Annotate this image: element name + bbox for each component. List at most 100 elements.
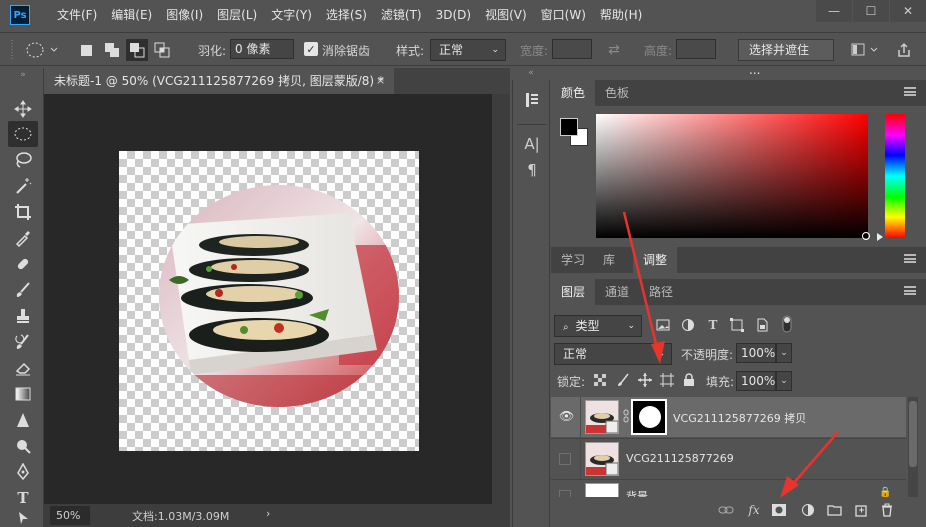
- hue-slider[interactable]: [885, 114, 905, 238]
- opacity-dropdown-icon[interactable]: ⌄: [776, 343, 792, 363]
- height-input[interactable]: [676, 39, 716, 59]
- fx-icon[interactable]: fx: [745, 500, 763, 520]
- minimize-button[interactable]: —: [816, 0, 852, 22]
- lasso-tool-icon[interactable]: [8, 147, 38, 173]
- collapse-panels-icon[interactable]: «: [513, 68, 549, 78]
- color-picker-cursor[interactable]: [862, 232, 870, 240]
- layer-name[interactable]: VCG211125877269: [626, 452, 734, 465]
- filter-shape-icon[interactable]: [730, 318, 744, 332]
- lock-position-icon[interactable]: [638, 373, 652, 387]
- filter-toggle-icon[interactable]: [780, 315, 794, 333]
- eyedropper-tool-icon[interactable]: [8, 225, 38, 251]
- new-layer-icon[interactable]: [853, 500, 869, 520]
- type-tool-icon[interactable]: T: [8, 485, 38, 511]
- tab-swatches[interactable]: 色板: [595, 80, 639, 106]
- move-tool-icon[interactable]: [8, 96, 38, 122]
- tab-learn[interactable]: 学习: [551, 247, 595, 273]
- menu-type[interactable]: 文字(Y): [264, 0, 319, 30]
- layer-row[interactable]: 👁 VCG211125877269 拷贝: [551, 397, 906, 437]
- menu-3d[interactable]: 3D(D): [429, 0, 478, 30]
- layers-panel-menu-icon[interactable]: [904, 286, 916, 295]
- lock-artboard-icon[interactable]: [660, 373, 674, 387]
- status-arrow-icon[interactable]: ›: [266, 507, 270, 520]
- link-icon[interactable]: [718, 500, 734, 520]
- menu-select[interactable]: 选择(S): [319, 0, 374, 30]
- layers-scrollbar[interactable]: [908, 397, 918, 497]
- tab-libraries[interactable]: 库: [593, 247, 625, 273]
- feather-input[interactable]: 0 像素: [230, 39, 294, 59]
- menu-help[interactable]: 帮助(H): [593, 0, 649, 30]
- close-button[interactable]: ✕: [890, 0, 926, 22]
- filter-adjustment-icon[interactable]: [681, 318, 695, 332]
- layer-visibility-eye-icon[interactable]: 👁: [559, 409, 574, 423]
- style-select[interactable]: 正常 ⌄: [430, 39, 506, 61]
- intersect-selection-icon[interactable]: [152, 40, 172, 60]
- select-and-mask-button[interactable]: 选择并遮住 ...: [738, 39, 834, 77]
- elliptical-marquee-tool-icon[interactable]: [8, 121, 38, 147]
- path-selection-tool-icon[interactable]: [8, 511, 38, 525]
- fill-input[interactable]: 100%: [736, 371, 776, 391]
- paragraph-panel-icon[interactable]: ¶: [519, 158, 545, 182]
- sharpen-tool-icon[interactable]: [8, 407, 38, 433]
- color-panel-menu-icon[interactable]: [904, 87, 916, 96]
- history-panel-icon[interactable]: [521, 88, 543, 112]
- filter-type-icon[interactable]: T: [706, 318, 720, 332]
- tab-paths[interactable]: 路径: [639, 279, 683, 305]
- fill-dropdown-icon[interactable]: ⌄: [776, 371, 792, 391]
- document-tab[interactable]: 未标题-1 @ 50% (VCG211125877269 拷贝, 图层蒙版/8)…: [44, 68, 394, 94]
- menu-file[interactable]: 文件(F): [50, 0, 104, 30]
- healing-brush-tool-icon[interactable]: [8, 251, 38, 277]
- brush-tool-icon[interactable]: [8, 277, 38, 303]
- width-input[interactable]: [552, 39, 592, 59]
- canvas-area[interactable]: [44, 94, 492, 504]
- blend-mode-select[interactable]: 正常 ⌄: [554, 343, 672, 365]
- menu-window[interactable]: 窗口(W): [534, 0, 593, 30]
- canvas-vertical-scrollbar[interactable]: [492, 94, 510, 504]
- layer-visibility-toggle[interactable]: [559, 453, 571, 465]
- dodge-tool-icon[interactable]: [8, 433, 38, 459]
- folder-icon[interactable]: [826, 500, 842, 520]
- menu-layer[interactable]: 图层(L): [210, 0, 264, 30]
- mask-link-icon[interactable]: [623, 409, 629, 423]
- menu-filter[interactable]: 滤镜(T): [374, 0, 429, 30]
- zoom-level-field[interactable]: 50%: [50, 506, 90, 525]
- character-panel-icon[interactable]: A|: [519, 132, 545, 156]
- history-brush-tool-icon[interactable]: [8, 329, 38, 355]
- panel-layout-icon[interactable]: [850, 42, 880, 58]
- clone-stamp-tool-icon[interactable]: [8, 303, 38, 329]
- menu-image[interactable]: 图像(I): [159, 0, 210, 30]
- mask-icon[interactable]: [771, 500, 787, 520]
- magic-wand-tool-icon[interactable]: [8, 173, 38, 199]
- subtract-from-selection-icon[interactable]: [126, 39, 148, 61]
- close-document-icon[interactable]: ×: [376, 68, 385, 94]
- pen-tool-icon[interactable]: [8, 459, 38, 485]
- menu-view[interactable]: 视图(V): [478, 0, 534, 30]
- tab-color[interactable]: 颜色: [551, 80, 596, 106]
- layers-scrollbar-thumb[interactable]: [909, 401, 917, 467]
- new-selection-icon[interactable]: [78, 42, 94, 58]
- opacity-input[interactable]: 100%: [736, 343, 776, 363]
- layer-name[interactable]: 背景: [626, 488, 648, 497]
- adjust-panel-menu-icon[interactable]: [904, 254, 916, 263]
- lock-transparent-pixels-icon[interactable]: [594, 374, 606, 386]
- tab-layers[interactable]: 图层: [551, 279, 596, 305]
- swap-dimensions-icon[interactable]: ⇄: [604, 41, 624, 59]
- filter-smart-object-icon[interactable]: [755, 318, 769, 332]
- lock-image-pixels-icon[interactable]: [616, 373, 630, 387]
- foreground-color-swatch[interactable]: [560, 118, 578, 136]
- adjustment-icon[interactable]: [800, 500, 816, 520]
- crop-tool-icon[interactable]: [8, 199, 38, 225]
- tab-adjustments[interactable]: 调整: [633, 247, 678, 273]
- color-picker-field[interactable]: [596, 114, 868, 238]
- layer-filter-select[interactable]: ⌕ 类型 ⌄: [554, 315, 642, 337]
- collapse-toolbar-icon[interactable]: »: [8, 70, 38, 80]
- gradient-tool-icon[interactable]: [8, 381, 38, 407]
- share-icon[interactable]: [894, 40, 914, 60]
- trash-icon[interactable]: [879, 500, 895, 520]
- add-to-selection-icon[interactable]: [102, 40, 122, 60]
- layer-row[interactable]: VCG211125877269: [551, 438, 906, 479]
- layer-name[interactable]: VCG211125877269 拷贝: [673, 410, 806, 426]
- layer-visibility-toggle[interactable]: [559, 490, 571, 497]
- maximize-button[interactable]: ☐: [853, 0, 889, 22]
- lock-all-icon[interactable]: [683, 373, 695, 387]
